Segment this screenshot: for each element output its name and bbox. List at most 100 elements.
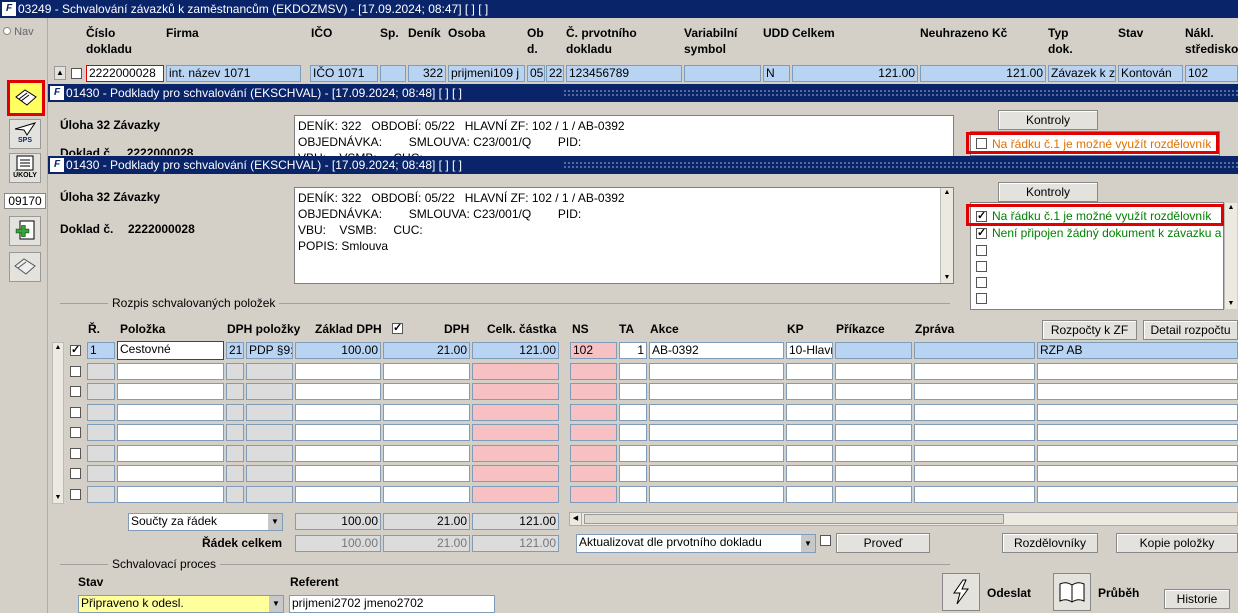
sps-button[interactable]: SPS <box>9 119 41 149</box>
grid-dph-typ-field[interactable]: PDP §9: <box>246 342 293 359</box>
grid-empty-cell[interactable] <box>383 485 470 503</box>
grid-empty-cell[interactable] <box>649 424 784 441</box>
aktualizovat-checkbox[interactable] <box>820 535 831 546</box>
kontrola-checkbox-5[interactable] <box>976 277 987 288</box>
grid-empty-cell[interactable] <box>472 444 559 462</box>
grid-empty-cell[interactable] <box>117 444 224 462</box>
grid-r-field[interactable] <box>87 362 115 380</box>
grid-empty-cell[interactable] <box>835 465 912 482</box>
grid-empty-cell[interactable] <box>835 362 912 380</box>
grid-empty-cell[interactable] <box>295 362 381 380</box>
kopie-polozky-button[interactable]: Kopie položky <box>1116 533 1238 553</box>
grid-empty-cell[interactable] <box>619 485 647 503</box>
proved-button[interactable]: Proveď <box>836 533 930 553</box>
grid-empty-cell[interactable] <box>786 424 833 441</box>
grid-rzp-field[interactable]: RZP AB <box>1037 342 1238 359</box>
neuhrazeno-field[interactable]: 121.00 <box>920 65 1046 82</box>
grid-empty-cell[interactable] <box>570 444 617 462</box>
grid-empty-cell[interactable] <box>295 444 381 462</box>
grid-empty-cell[interactable] <box>295 403 381 421</box>
denik-field[interactable]: 322 <box>408 65 446 82</box>
grid-empty-cell[interactable] <box>117 403 224 421</box>
stav-select[interactable]: Připraveno k odesl. ▼ <box>78 595 284 613</box>
grid-row-checkbox[interactable] <box>70 468 81 479</box>
kontrola-checkbox-2[interactable] <box>976 226 987 239</box>
grid-empty-cell[interactable] <box>649 465 784 482</box>
grid-empty-cell[interactable] <box>226 444 244 462</box>
grid-empty-cell[interactable] <box>619 403 647 421</box>
grid-empty-cell[interactable] <box>835 424 912 441</box>
odeslat-button[interactable] <box>942 573 980 611</box>
grid-empty-cell[interactable] <box>117 465 224 482</box>
row-checkbox[interactable] <box>71 68 82 79</box>
scroll-up-arrow-icon[interactable]: ▲ <box>941 188 953 198</box>
udd-field[interactable]: N <box>763 65 790 82</box>
grid-r-field[interactable] <box>87 465 115 482</box>
grid-empty-cell[interactable] <box>226 424 244 441</box>
grid-empty-cell[interactable] <box>295 383 381 400</box>
grid-empty-cell[interactable] <box>246 424 293 441</box>
grid-empty-cell[interactable] <box>649 444 784 462</box>
grid-empty-cell[interactable] <box>226 465 244 482</box>
background-kontroly-button[interactable]: Kontroly <box>998 110 1098 130</box>
grid-empty-cell[interactable] <box>117 424 224 441</box>
grid-empty-cell[interactable] <box>570 362 617 380</box>
grid-empty-cell[interactable] <box>1037 403 1238 421</box>
add-button[interactable] <box>9 216 41 246</box>
grid-empty-cell[interactable] <box>786 383 833 400</box>
grid-r-field[interactable] <box>87 424 115 441</box>
ukoly-button[interactable]: ÚKOLY <box>9 153 41 183</box>
grid-dph-sazba-field[interactable]: 21 <box>226 342 244 359</box>
grid-empty-cell[interactable] <box>914 444 1035 462</box>
info-scrollbar[interactable]: ▲ ▼ <box>940 188 953 283</box>
grid-empty-cell[interactable] <box>472 485 559 503</box>
grid-empty-cell[interactable] <box>226 383 244 400</box>
grid-row-checkbox[interactable] <box>70 365 81 377</box>
grid-empty-cell[interactable] <box>246 362 293 380</box>
grid-empty-cell[interactable] <box>570 424 617 441</box>
grid-r-field[interactable] <box>87 444 115 462</box>
grid-zaklad-field[interactable]: 100.00 <box>295 342 381 359</box>
grid-row-checkbox[interactable] <box>70 343 81 356</box>
hscroll-thumb[interactable] <box>584 514 1004 524</box>
firma-field[interactable]: int. název 1071 <box>166 65 301 82</box>
scroll-up-arrow-icon[interactable]: ▲ <box>53 343 63 353</box>
grid-r-field[interactable] <box>87 485 115 503</box>
grid-empty-cell[interactable] <box>619 444 647 462</box>
grid-empty-cell[interactable] <box>1037 444 1238 462</box>
grid-empty-cell[interactable] <box>383 444 470 462</box>
grid-empty-cell[interactable] <box>914 383 1035 400</box>
grid-prikazce-field[interactable] <box>835 342 912 359</box>
kontroly-button[interactable]: Kontroly <box>998 182 1098 202</box>
grid-empty-cell[interactable] <box>786 403 833 421</box>
grid-empty-cell[interactable] <box>226 362 244 380</box>
detail-rozpoctu-button[interactable]: Detail rozpočtu <box>1143 320 1238 340</box>
grid-empty-cell[interactable] <box>649 383 784 400</box>
nav-toggle[interactable]: Nav <box>3 26 34 38</box>
grid-empty-cell[interactable] <box>914 485 1035 503</box>
grid-empty-cell[interactable] <box>226 403 244 421</box>
grid-empty-cell[interactable] <box>835 444 912 462</box>
prubeh-button[interactable] <box>1053 573 1091 611</box>
grid-empty-cell[interactable] <box>383 424 470 441</box>
scroll-down-arrow-icon[interactable]: ▼ <box>941 273 953 283</box>
scroll-down-arrow-icon[interactable]: ▼ <box>1225 299 1237 309</box>
grid-empty-cell[interactable] <box>117 485 224 503</box>
grid-empty-cell[interactable] <box>786 362 833 380</box>
historie-button[interactable]: Historie <box>1164 589 1230 609</box>
kontrola-checkbox-3[interactable] <box>976 245 987 256</box>
grid-empty-cell[interactable] <box>914 403 1035 421</box>
grid-empty-cell[interactable] <box>472 465 559 482</box>
grid-empty-cell[interactable] <box>786 485 833 503</box>
grid-empty-cell[interactable] <box>246 465 293 482</box>
grid-empty-cell[interactable] <box>649 485 784 503</box>
nakl-stredisko-field[interactable]: 102 <box>1185 65 1238 82</box>
grid-empty-cell[interactable] <box>117 362 224 380</box>
grid-empty-cell[interactable] <box>570 485 617 503</box>
grid-row-checkbox[interactable] <box>70 386 81 397</box>
sp-field[interactable] <box>380 65 406 82</box>
grid-empty-cell[interactable] <box>570 403 617 421</box>
grid-empty-cell[interactable] <box>117 383 224 400</box>
prvotni-doklad-field[interactable]: 123456789 <box>566 65 682 82</box>
stav-field[interactable]: Kontován <box>1118 65 1183 82</box>
